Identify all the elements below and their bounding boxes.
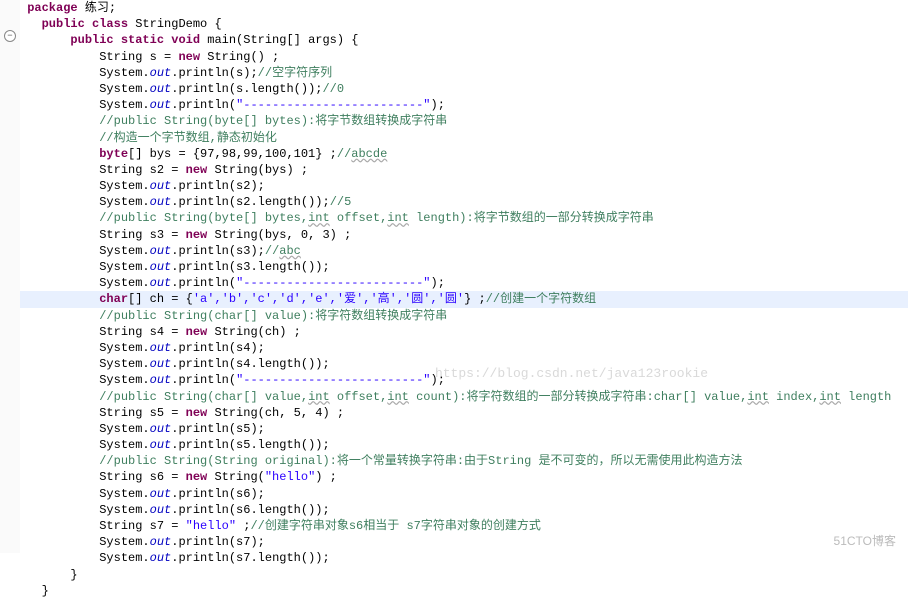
code-line: System.out.println(s);//空字符序列 [20, 65, 908, 81]
code-line: String s2 = new String(bys) ; [20, 162, 908, 178]
code-line: } [20, 583, 908, 599]
code-line: System.out.println(s4); [20, 340, 908, 356]
code-line: System.out.println(s4.length()); [20, 356, 908, 372]
code-line: System.out.println(s2); [20, 178, 908, 194]
collapse-toggle-icon[interactable]: − [4, 30, 16, 42]
code-line: byte[] bys = {97,98,99,100,101} ;//abcde [20, 146, 908, 162]
code-line: System.out.println(s5); [20, 421, 908, 437]
code-line: System.out.println(s.length());//0 [20, 81, 908, 97]
code-line: System.out.println(s7); [20, 534, 908, 550]
code-line: System.out.println("--------------------… [20, 97, 908, 113]
footer-watermark: 51CTO博客 [834, 533, 896, 549]
code-line: //public String(char[] value):将字符数组转换成字符… [20, 308, 908, 324]
code-line: String s7 = "hello" ;//创建字符串对象s6相当于 s7字符… [20, 518, 908, 534]
code-line: String s = new String() ; [20, 49, 908, 65]
code-line: System.out.println(s6.length()); [20, 502, 908, 518]
code-line: //public String(byte[] bytes,int offset,… [20, 210, 908, 226]
code-line: String s5 = new String(ch, 5, 4) ; [20, 405, 908, 421]
code-line: public static void main(String[] args) { [20, 32, 908, 48]
code-line: System.out.println("--------------------… [20, 275, 908, 291]
code-line: System.out.println(s3.length()); [20, 259, 908, 275]
code-editor[interactable]: package 练习; public class StringDemo { pu… [20, 0, 908, 599]
code-line: System.out.println(s6); [20, 486, 908, 502]
code-line: //public String(String original):将一个常量转换… [20, 453, 908, 469]
code-line: //public String(char[] value,int offset,… [20, 389, 908, 405]
code-line: String s6 = new String("hello") ; [20, 469, 908, 485]
code-line: System.out.println("--------------------… [20, 372, 908, 388]
editor-gutter: − [0, 0, 20, 553]
code-line: package 练习; [20, 0, 908, 16]
code-line: //public String(byte[] bytes):将字节数组转换成字符… [20, 113, 908, 129]
code-line: System.out.println(s2.length());//5 [20, 194, 908, 210]
code-line: String s3 = new String(bys, 0, 3) ; [20, 227, 908, 243]
code-line: public class StringDemo { [20, 16, 908, 32]
code-line-highlighted: char[] ch = {'a','b','c','d','e','爱','高'… [20, 291, 908, 307]
code-line: System.out.println(s3);//abc [20, 243, 908, 259]
code-line: } [20, 567, 908, 583]
code-line: System.out.println(s5.length()); [20, 437, 908, 453]
code-line: //构造一个字节数组,静态初始化 [20, 130, 908, 146]
code-line: String s4 = new String(ch) ; [20, 324, 908, 340]
